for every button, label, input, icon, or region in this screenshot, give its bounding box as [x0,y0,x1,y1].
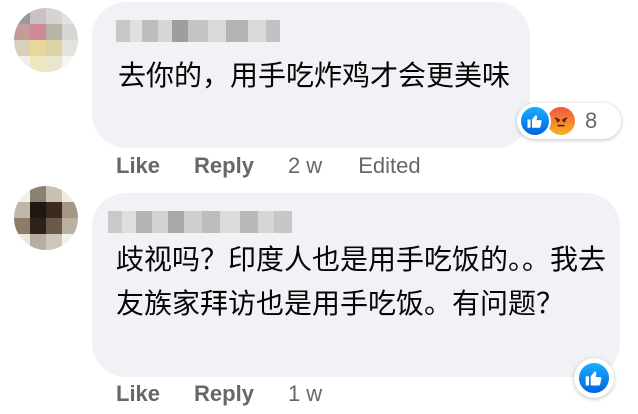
comment-text: 歧视吗？印度人也是用手吃饭的。。我去友族家拜访也是用手吃饭。有问题？ [116,243,607,320]
like-button[interactable]: Like [116,381,160,407]
edited-label[interactable]: Edited [358,153,420,179]
comment-actions: Like Reply 2 w Edited [116,153,421,179]
reply-button[interactable]: Reply [194,381,254,407]
like-icon [577,361,611,395]
comment-actions: Like Reply 1 w [116,381,358,407]
commenter-name-redacted[interactable] [116,20,280,42]
reply-button[interactable]: Reply [194,153,254,179]
reaction-summary[interactable] [574,358,614,398]
comment-text: 去你的，用手吃炸鸡才会更美味 [118,59,511,92]
comment-bubble: 去你的，用手吃炸鸡才会更美味 [92,2,530,148]
avatar[interactable] [14,186,78,250]
comment-bubble: 歧视吗？印度人也是用手吃饭的。。我去友族家拜访也是用手吃饭。有问题？ [92,193,620,377]
timestamp-link[interactable]: 2 w [288,153,322,179]
commenter-name-redacted[interactable] [108,211,292,233]
reaction-summary[interactable]: 8 [517,103,621,139]
avatar[interactable] [14,8,78,72]
like-button[interactable]: Like [116,153,160,179]
like-icon [519,105,551,137]
timestamp-link[interactable]: 1 w [288,381,322,407]
reaction-count: 8 [585,108,598,133]
